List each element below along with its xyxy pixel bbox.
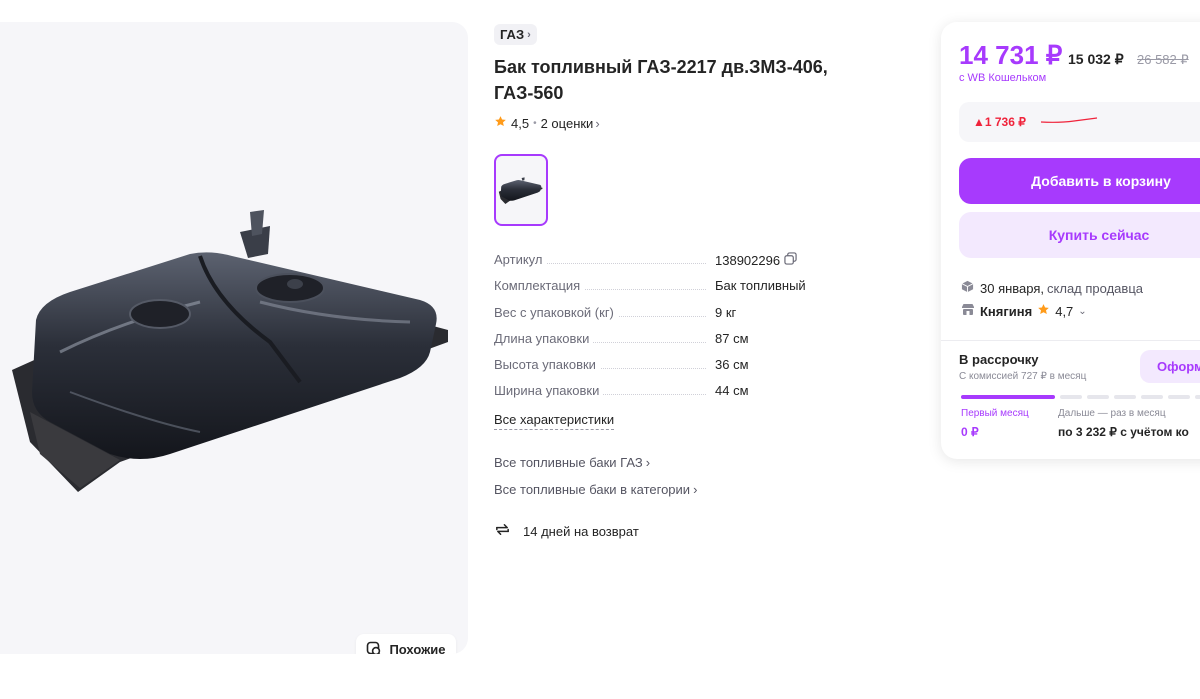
- brand-chip[interactable]: ГАЗ ›: [494, 24, 537, 45]
- installment-progress: [961, 395, 1200, 399]
- wallet-note: с WB Кошельком: [959, 72, 1047, 84]
- spec-name: Вес с упаковкой (кг): [494, 304, 618, 320]
- reviews-count: 2 оценки: [540, 115, 594, 131]
- star-icon: [494, 115, 507, 131]
- price-delta: ▲1 736 ₽: [973, 115, 1026, 129]
- progress-segment: [1060, 395, 1082, 399]
- spec-name: Длина упаковки: [494, 330, 594, 346]
- buy-card: 14 731 ₽ 15 032 ₽ 26 582 ₽ с WB Кошелько…: [941, 22, 1200, 459]
- spec-value: 44 см: [715, 383, 749, 399]
- similar-button[interactable]: Похожие: [356, 634, 456, 654]
- search-similar-icon: [366, 641, 383, 654]
- spec-value: 87 см: [715, 330, 749, 346]
- first-month-value: 0 ₽: [961, 425, 979, 439]
- next-months-label: Дальше — раз в месяц: [1058, 408, 1166, 419]
- thumbnail-image: [498, 177, 543, 204]
- shop-icon: [961, 303, 975, 319]
- delivery-info: 30 января, склад продавца: [961, 280, 1143, 296]
- return-policy-label: 14 дней на возврат: [523, 523, 639, 539]
- spec-row: Высота упаковки 36 см: [494, 357, 824, 383]
- progress-segment: [1141, 395, 1163, 399]
- buy-now-button[interactable]: Купить сейчас: [959, 212, 1200, 258]
- product-title: Бак топливный ГАЗ-2217 дв.ЗМЗ-406, ГАЗ-5…: [494, 57, 828, 103]
- spec-name: Высота упаковки: [494, 357, 600, 373]
- buy-now-label: Купить сейчас: [1048, 227, 1150, 243]
- chevron-right-icon: ›: [595, 115, 600, 131]
- seller-name: Княгиня: [980, 303, 1033, 319]
- installment-apply-button[interactable]: Оформ: [1140, 350, 1200, 383]
- copy-icon[interactable]: [784, 252, 797, 268]
- chevron-right-icon: ›: [527, 28, 531, 41]
- delivery-date: 30 января,: [980, 280, 1045, 296]
- brand-label: ГАЗ: [500, 27, 525, 42]
- delivery-source: склад продавца: [1047, 280, 1143, 296]
- spec-value: Бак топливный: [715, 278, 806, 294]
- article-number: 138902296: [715, 252, 781, 268]
- all-brand-tanks-label: Все топливные баки ГАЗ: [494, 455, 643, 470]
- similar-label: Похожие: [389, 641, 446, 655]
- progress-segment: [1087, 395, 1109, 399]
- spec-name: Комплектация: [494, 278, 585, 294]
- spec-name: Артикул: [494, 252, 547, 267]
- star-icon: [1037, 303, 1050, 319]
- installment-title: В рассрочку: [959, 352, 1039, 367]
- product-gallery[interactable]: Похожие: [0, 22, 468, 654]
- progress-segment: [1195, 395, 1200, 399]
- product-image: [12, 210, 448, 492]
- seller-rating: 4,7: [1055, 303, 1074, 319]
- progress-segment: [1168, 395, 1190, 399]
- add-to-cart-label: Добавить в корзину: [1031, 173, 1171, 189]
- separator-dot: •: [533, 117, 537, 129]
- reviews-link[interactable]: 2 оценки ›: [541, 116, 600, 131]
- spec-value: 9 кг: [715, 304, 737, 320]
- divider: [941, 340, 1200, 341]
- return-arrows-icon: [494, 521, 511, 541]
- old-price: 26 582 ₽: [1137, 52, 1189, 67]
- add-to-cart-button[interactable]: Добавить в корзину: [959, 158, 1200, 204]
- all-category-tanks-link[interactable]: Все топливные баки в категории ›: [494, 482, 697, 497]
- seller-link[interactable]: Княгиня 4,7 ⌄: [961, 303, 1087, 319]
- price-history-graph: [1040, 117, 1098, 123]
- progress-segment: [1114, 395, 1136, 399]
- wallet-price: 14 731 ₽: [959, 40, 1063, 70]
- next-months-value: по 3 232 ₽ с учётом ко: [1058, 425, 1189, 439]
- installment-apply-label: Оформ: [1157, 359, 1200, 374]
- spec-value: 36 см: [715, 357, 749, 373]
- box-icon: [961, 280, 974, 296]
- rating-row: 4,5 • 2 оценки ›: [494, 115, 600, 131]
- spec-row: Длина упаковки 87 см: [494, 330, 824, 357]
- installment-subtitle: С комиссией 727 ₽ в месяц: [959, 371, 1087, 382]
- first-month-label: Первый месяц: [961, 408, 1029, 419]
- spec-row: Артикул 138902296: [494, 252, 824, 278]
- gallery-thumbnail[interactable]: [494, 154, 548, 226]
- all-brand-tanks-link[interactable]: Все топливные баки ГАЗ ›: [494, 455, 650, 470]
- rating-value: 4,5: [511, 115, 530, 131]
- specs-table: Артикул 138902296 Комплектация Бак топли…: [494, 252, 824, 410]
- chevron-down-icon: ⌄: [1078, 305, 1087, 317]
- all-specs-link[interactable]: Все характеристики: [494, 412, 615, 430]
- current-price: 15 032 ₽: [1068, 51, 1124, 67]
- spec-row: Вес с упаковкой (кг) 9 кг: [494, 304, 824, 331]
- progress-segment-active: [961, 395, 1055, 399]
- all-category-tanks-label: Все топливные баки в категории: [494, 482, 691, 497]
- chevron-right-icon: ›: [693, 482, 698, 497]
- spec-value-article: 138902296: [715, 252, 797, 268]
- spec-row: Ширина упаковки 44 см: [494, 383, 824, 409]
- price-history[interactable]: ▲1 736 ₽: [959, 102, 1200, 142]
- return-policy: 14 дней на возврат: [494, 521, 639, 541]
- spec-row: Комплектация Бак топливный: [494, 278, 824, 304]
- chevron-right-icon: ›: [645, 455, 651, 470]
- spec-name: Ширина упаковки: [494, 383, 604, 399]
